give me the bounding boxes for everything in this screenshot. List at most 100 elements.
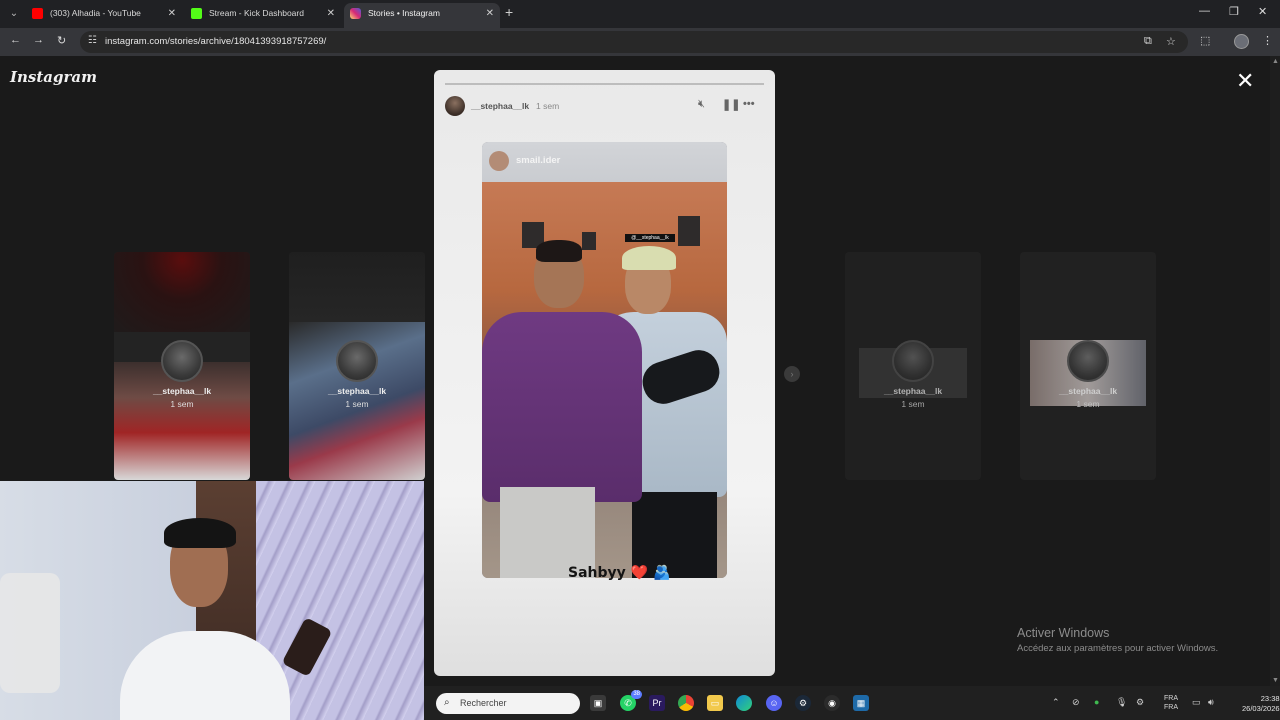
close-tab-icon[interactable]: ✕	[327, 3, 335, 24]
story-time: 1 sem	[536, 101, 560, 111]
close-window-icon[interactable]: ✕	[1258, 5, 1267, 18]
reload-icon[interactable]: ↻	[57, 34, 66, 47]
site-info-icon[interactable]: ☷	[88, 35, 97, 46]
instagram-logo[interactable]: Instagram	[10, 68, 97, 86]
new-tab-button[interactable]: +	[505, 4, 513, 20]
avatar	[892, 340, 934, 382]
tab-label: (303) Alhadia - YouTube	[50, 8, 141, 18]
avatar	[1067, 340, 1109, 382]
tab-search-icon[interactable]: ⌄	[6, 6, 22, 22]
story-caption: Sahbyy ❤️ 🫂	[568, 565, 670, 581]
active-story[interactable]: __stephaa__lk 1 sem 🔇︎ ❚❚ ••• smail.ider	[434, 70, 775, 676]
keyboard-label: FRA	[1164, 704, 1178, 711]
close-tab-icon[interactable]: ✕	[168, 3, 176, 24]
tab-youtube[interactable]: (303) Alhadia - YouTube ✕	[26, 3, 182, 28]
heart-emoji-icon: ❤️	[630, 565, 649, 581]
install-app-icon[interactable]: ⧉	[1144, 35, 1152, 48]
windows-taskbar: ⌕ Rechercher ▣ ✆ 38 Pr ▭ ☺ ⚙ ◉ ▦ ⌃ ⊘ ● 🎙︎…	[424, 686, 1280, 720]
preview-username: __stephaa__lk	[883, 386, 943, 396]
extensions-icon[interactable]: ⬚	[1200, 34, 1210, 47]
story-header: __stephaa__lk 1 sem 🔇︎ ❚❚ •••	[445, 96, 765, 116]
app-tray-icon[interactable]: ●	[1094, 697, 1099, 707]
maximize-icon[interactable]: ❐	[1229, 5, 1239, 18]
edge-icon[interactable]	[736, 695, 752, 711]
story-preview[interactable]: __stephaa__lk 1 sem	[845, 252, 981, 480]
caption-text: Sahbyy	[568, 565, 626, 581]
close-story-icon[interactable]: ✕	[1236, 70, 1254, 92]
search-icon: ⌕	[444, 697, 450, 708]
mention-sticker[interactable]: @__stephaa__lk	[625, 234, 675, 242]
obs-icon[interactable]: ◉	[824, 695, 840, 711]
story-preview[interactable]: __stephaa__lk 1 sem	[289, 252, 425, 480]
file-explorer-icon[interactable]: ▭	[707, 695, 723, 711]
desktop-app-icon[interactable]: ▦	[853, 695, 869, 711]
pause-icon[interactable]: ❚❚	[722, 98, 740, 111]
more-options-icon[interactable]: •••	[743, 98, 755, 110]
scroll-down-icon[interactable]: ▼	[1272, 677, 1279, 684]
story-progress-bar	[445, 83, 764, 85]
avatar	[161, 340, 203, 382]
story-preview[interactable]: __stephaa__lk 1 sem	[114, 252, 250, 480]
chrome-icon[interactable]	[678, 695, 694, 711]
discord-icon[interactable]: ☺	[766, 695, 782, 711]
preview-time: 1 sem	[170, 399, 194, 409]
forward-icon[interactable]: →	[33, 34, 44, 46]
avatar	[336, 340, 378, 382]
story-username[interactable]: __stephaa__lk	[471, 101, 529, 111]
browser-menu-icon[interactable]: ⋮	[1262, 34, 1273, 47]
system-clock[interactable]: 23:38 26/03/2026	[1242, 694, 1280, 714]
youtube-icon	[32, 8, 43, 19]
microphone-icon[interactable]: 🎙︎	[1116, 697, 1127, 708]
instagram-icon	[350, 8, 361, 19]
premiere-icon[interactable]: Pr	[649, 695, 665, 711]
mute-icon[interactable]: 🔇︎	[698, 98, 705, 111]
preview-username: __stephaa__lk	[327, 386, 387, 396]
story-preview[interactable]: __stephaa__lk 1 sem	[1020, 252, 1156, 480]
windows-activation-subtitle: Accédez aux paramètres pour activer Wind…	[1017, 643, 1219, 654]
hug-emoji-icon: 🫂	[652, 565, 671, 581]
profile-avatar[interactable]	[1234, 34, 1249, 49]
kick-icon	[191, 8, 202, 19]
taskbar-search-placeholder: Rechercher	[460, 698, 507, 708]
taskbar-search[interactable]: ⌕ Rechercher	[436, 693, 580, 714]
language-label: FRA	[1164, 695, 1178, 702]
photo-tag-username[interactable]: smail.ider	[516, 155, 560, 166]
browser-toolbar: ← → ↻ ☷ instagram.com/stories/archive/18…	[0, 28, 1280, 56]
preview-time: 1 sem	[901, 399, 925, 409]
input-language[interactable]: FRA FRA	[1164, 694, 1178, 712]
address-bar[interactable]: ☷ instagram.com/stories/archive/18041393…	[80, 31, 1188, 53]
settings-tray-icon[interactable]: ⚙	[1136, 697, 1144, 708]
minimize-icon[interactable]: —	[1199, 5, 1210, 17]
preview-username: __stephaa__lk	[1058, 386, 1118, 396]
webcam-overlay	[0, 481, 424, 720]
close-tab-icon[interactable]: ✕	[486, 3, 494, 24]
tab-label: Stories • Instagram	[368, 8, 440, 18]
whatsapp-badge: 38	[631, 690, 642, 699]
tab-kick[interactable]: Stream - Kick Dashboard ✕	[185, 3, 341, 28]
tab-instagram[interactable]: Stories • Instagram ✕	[344, 3, 500, 28]
story-avatar[interactable]	[445, 96, 465, 116]
task-view-icon[interactable]: ▣	[590, 695, 606, 711]
bookmark-star-icon[interactable]: ☆	[1166, 35, 1176, 48]
clock-time: 23:38	[1260, 694, 1280, 703]
steam-icon[interactable]: ⚙	[795, 695, 811, 711]
tab-label: Stream - Kick Dashboard	[209, 8, 304, 18]
preview-time: 1 sem	[345, 399, 369, 409]
volume-icon[interactable]: 🔊︎	[1208, 697, 1214, 708]
network-off-icon[interactable]: ⊘	[1072, 697, 1080, 708]
windows-activation-title: Activer Windows	[1017, 626, 1110, 640]
browser-tab-strip: ⌄ (303) Alhadia - YouTube ✕ Stream - Kic…	[0, 0, 1280, 28]
page-scrollbar[interactable]: ▲ ▼	[1270, 56, 1280, 686]
story-photo: smail.ider @__stephaa__lk	[482, 142, 727, 578]
url-text: instagram.com/stories/archive/1804139391…	[105, 36, 327, 47]
tag-avatar	[489, 151, 509, 171]
show-hidden-icons-icon[interactable]: ⌃	[1052, 697, 1060, 708]
scroll-up-icon[interactable]: ▲	[1272, 58, 1279, 65]
preview-time: 1 sem	[1076, 399, 1100, 409]
whatsapp-icon[interactable]: ✆ 38	[620, 690, 642, 711]
preview-username: __stephaa__lk	[152, 386, 212, 396]
clock-date: 26/03/2026	[1242, 704, 1280, 713]
next-story-icon[interactable]: ›	[784, 366, 800, 382]
back-icon[interactable]: ←	[10, 34, 21, 46]
network-icon[interactable]: ▭	[1192, 697, 1201, 708]
